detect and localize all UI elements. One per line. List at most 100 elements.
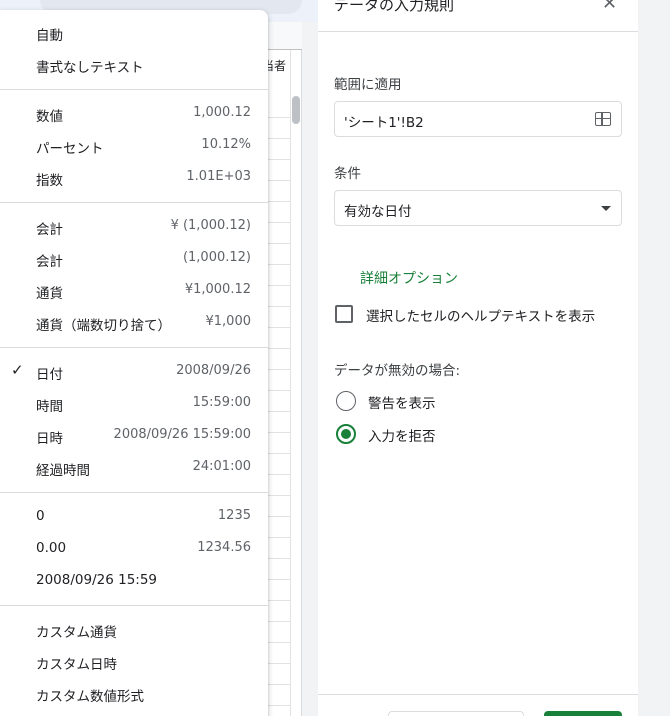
condition-value: 有効な日付 <box>344 204 412 220</box>
check-icon: ✓ <box>11 361 24 379</box>
menu-item-label: 指数 <box>36 173 63 189</box>
menu-item[interactable]: カスタム通貨 <box>0 614 268 646</box>
range-input[interactable]: 'シート1'!B2 <box>334 101 622 137</box>
grid-hline <box>268 159 290 160</box>
grid-hline <box>268 369 290 370</box>
menu-item-label: 0 <box>36 508 45 524</box>
menu-item[interactable]: カスタム数値形式 <box>0 678 268 710</box>
grid-hline <box>268 117 290 118</box>
menu-item[interactable]: 2008/09/26 15:59 <box>0 565 268 597</box>
menu-item-example: 10.12% <box>201 137 251 152</box>
grid-vline <box>290 50 291 716</box>
menu-item-example: 2008/09/26 <box>176 363 251 378</box>
grid-hline <box>268 243 290 244</box>
menu-item-example: 1235 <box>217 508 251 523</box>
grid-hline <box>268 684 290 685</box>
menu-item[interactable]: 通貨（端数切り捨て） ¥1,000 <box>0 307 268 339</box>
menu-item-label: 時間 <box>36 399 63 415</box>
grid-hline <box>268 180 290 181</box>
grid-hline <box>268 348 290 349</box>
grid-hline <box>268 537 290 538</box>
menu-item-label: 数値 <box>36 109 63 125</box>
menu-item[interactable]: 経過時間 24:01:00 <box>0 452 268 484</box>
remove-rule-button[interactable] <box>388 711 524 716</box>
menu-item[interactable]: 自動 <box>0 17 268 49</box>
sheet-scrollbar[interactable] <box>292 96 300 124</box>
grid-hline <box>268 201 290 202</box>
panel-divider <box>318 31 638 32</box>
grid-hline <box>268 327 290 328</box>
menu-item-label: 経過時間 <box>36 463 90 479</box>
condition-label: 条件 <box>334 166 361 182</box>
menu-item[interactable]: 会計 (1,000.12) <box>0 243 268 275</box>
close-icon[interactable]: ✕ <box>602 0 617 14</box>
menu-item-label: 会計 <box>36 222 63 238</box>
menu-item-label: 通貨（端数切り捨て） <box>36 318 171 334</box>
menu-item-example: 1,000.12 <box>193 105 251 120</box>
menu-item-label: 書式なしテキスト <box>36 60 144 76</box>
menu-item-label: カスタム日時 <box>36 657 117 673</box>
menu-item-label: 自動 <box>36 28 63 44</box>
menu-item-label: 日時 <box>36 431 63 447</box>
menu-item[interactable]: パーセント 10.12% <box>0 130 268 162</box>
menu-item[interactable]: 書式なしテキスト <box>0 49 268 81</box>
menu-item-label: 0.00 <box>36 540 67 556</box>
menu-item-label: 会計 <box>36 254 63 270</box>
menu-separator <box>0 347 268 348</box>
menu-item[interactable]: 時間 15:59:00 <box>0 388 268 420</box>
grid-hline <box>268 621 290 622</box>
menu-item[interactable]: ✓ 日付 2008/09/26 <box>0 356 268 388</box>
grid-icon[interactable] <box>595 112 611 126</box>
help-text-checkbox-label: 選択したセルのヘルプテキストを表示 <box>366 309 596 325</box>
grid-hline <box>268 222 290 223</box>
grid-hline <box>268 285 290 286</box>
data-validation-panel: データの入力規則 ✕ 範囲に適用 'シート1'!B2 条件 有効な日付 詳細オプ… <box>318 0 638 716</box>
menu-separator <box>0 605 268 606</box>
radio-show-warning[interactable] <box>336 391 356 411</box>
help-text-checkbox[interactable] <box>335 305 353 323</box>
menu-item[interactable]: 会計 ¥ (1,000.12) <box>0 211 268 243</box>
menu-item[interactable]: 0.00 1234.56 <box>0 533 268 565</box>
advanced-options-link[interactable]: 詳細オプション <box>360 268 458 288</box>
menu-item[interactable]: 数値 1,000.12 <box>0 98 268 130</box>
grid-hline <box>268 516 290 517</box>
menu-item-example: ¥1,000.12 <box>184 282 251 297</box>
done-button[interactable] <box>544 711 622 716</box>
radio-reject-input[interactable] <box>336 424 356 444</box>
grid-hline <box>268 558 290 559</box>
grid-hline <box>268 642 290 643</box>
invalid-data-label: データが無効の場合: <box>334 363 461 379</box>
menu-item[interactable]: 0 1235 <box>0 501 268 533</box>
grid-hline <box>268 306 290 307</box>
menu-item-example: ¥ (1,000.12) <box>170 218 251 233</box>
menu-item-example: 15:59:00 <box>192 395 251 410</box>
dropdown-caret-icon <box>601 206 611 211</box>
menu-item-label: カスタム数値形式 <box>36 689 144 705</box>
range-value: 'シート1'!B2 <box>344 115 424 131</box>
grid-hline <box>268 390 290 391</box>
menu-item-example: 1234.56 <box>197 540 251 555</box>
grid-hline <box>268 663 290 664</box>
menu-item-label: カスタム通貨 <box>36 625 117 641</box>
grid-hline <box>268 579 290 580</box>
condition-select[interactable]: 有効な日付 <box>334 190 622 226</box>
menu-item[interactable]: 通貨 ¥1,000.12 <box>0 275 268 307</box>
grid-hline <box>268 138 290 139</box>
menu-item-example: 2008/09/26 15:59:00 <box>113 427 251 442</box>
grid-hline <box>268 264 290 265</box>
menu-item[interactable]: 日時 2008/09/26 15:59:00 <box>0 420 268 452</box>
number-format-menu: 自動書式なしテキスト 数値 1,000.12 パーセント 10.12% 指数 1.01E+0… <box>0 10 268 716</box>
grid-hline <box>268 705 290 706</box>
menu-separator <box>0 492 268 493</box>
menu-item-label: 日付 <box>36 367 63 383</box>
grid-hline <box>268 453 290 454</box>
range-label: 範囲に適用 <box>334 77 402 93</box>
menu-item[interactable]: カスタム日時 <box>0 646 268 678</box>
menu-item-label: パーセント <box>36 141 104 157</box>
grid-hline <box>268 474 290 475</box>
menu-item-label: 2008/09/26 15:59 <box>36 572 158 588</box>
menu-item-example: 24:01:00 <box>192 459 251 474</box>
menu-separator <box>0 89 268 90</box>
grid-hline <box>268 495 290 496</box>
menu-item[interactable]: 指数 1.01E+03 <box>0 162 268 194</box>
